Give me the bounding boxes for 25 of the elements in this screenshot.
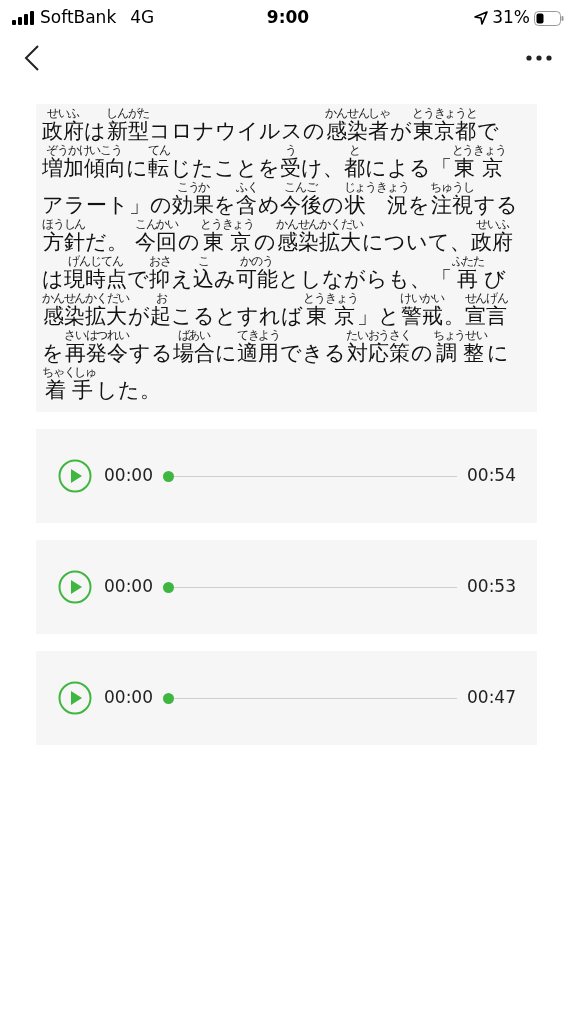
location-icon bbox=[474, 11, 489, 25]
battery-icon bbox=[534, 10, 564, 26]
article-text: せいふ 政府は しんがた 新型コロナウイルスの かんせんしゃ 感染者が とうきょうと 東京都で ぞうかけいこう 増加傾向 に てん 転 じたことを う 受け、 と 都による「 とうきょう 東 京 アラート」の こうか 効果を ふく 含め こんご 今後の じょうきょう 状 況を ちゅうし 注視する ほうしん 方針だ。 こんかい 今回の とうきょう 東 京 の かんせんかくだい 感染拡大について、 せいふ 政府 は げんじてん 現時点で おさ 抑え こ 込み かのう 可能としながらも、「 ふたた 再 び かんせんかくだい 感染拡大が お 起こるとすれば とうきょう 東 京」と けいかい 警戒。 せんげん 宣言 を さいはつれい 再発令する ばあい 場合に てきよう 適用できる たいおうさく 対応策の ちょうせい 調 整 に ちゃくしゅ 着 手 した。 bbox=[41, 106, 519, 402]
progress-track[interactable] bbox=[163, 692, 457, 704]
signal-icon bbox=[12, 11, 34, 25]
duration-time: 00:47 bbox=[467, 686, 516, 710]
play-button[interactable] bbox=[58, 681, 92, 715]
play-button[interactable] bbox=[58, 459, 92, 493]
current-time: 00:00 bbox=[104, 686, 153, 710]
battery-percentage: 31% bbox=[492, 6, 530, 30]
play-button[interactable] bbox=[58, 570, 92, 604]
progress-thumb[interactable] bbox=[163, 581, 174, 593]
progress-thumb[interactable] bbox=[163, 470, 174, 482]
duration-time: 00:53 bbox=[467, 575, 516, 599]
progress-track[interactable] bbox=[163, 581, 457, 593]
back-button[interactable] bbox=[22, 43, 42, 73]
progress-thumb[interactable] bbox=[163, 692, 174, 704]
carrier-name: SoftBank bbox=[40, 6, 117, 30]
current-time: 00:00 bbox=[104, 464, 153, 488]
network-type: 4G bbox=[130, 6, 155, 30]
progress-track[interactable] bbox=[163, 470, 457, 482]
more-button[interactable] bbox=[524, 53, 554, 63]
current-time: 00:00 bbox=[104, 575, 153, 599]
duration-time: 00:54 bbox=[467, 464, 516, 488]
clock-time: 9:00 bbox=[266, 6, 310, 30]
